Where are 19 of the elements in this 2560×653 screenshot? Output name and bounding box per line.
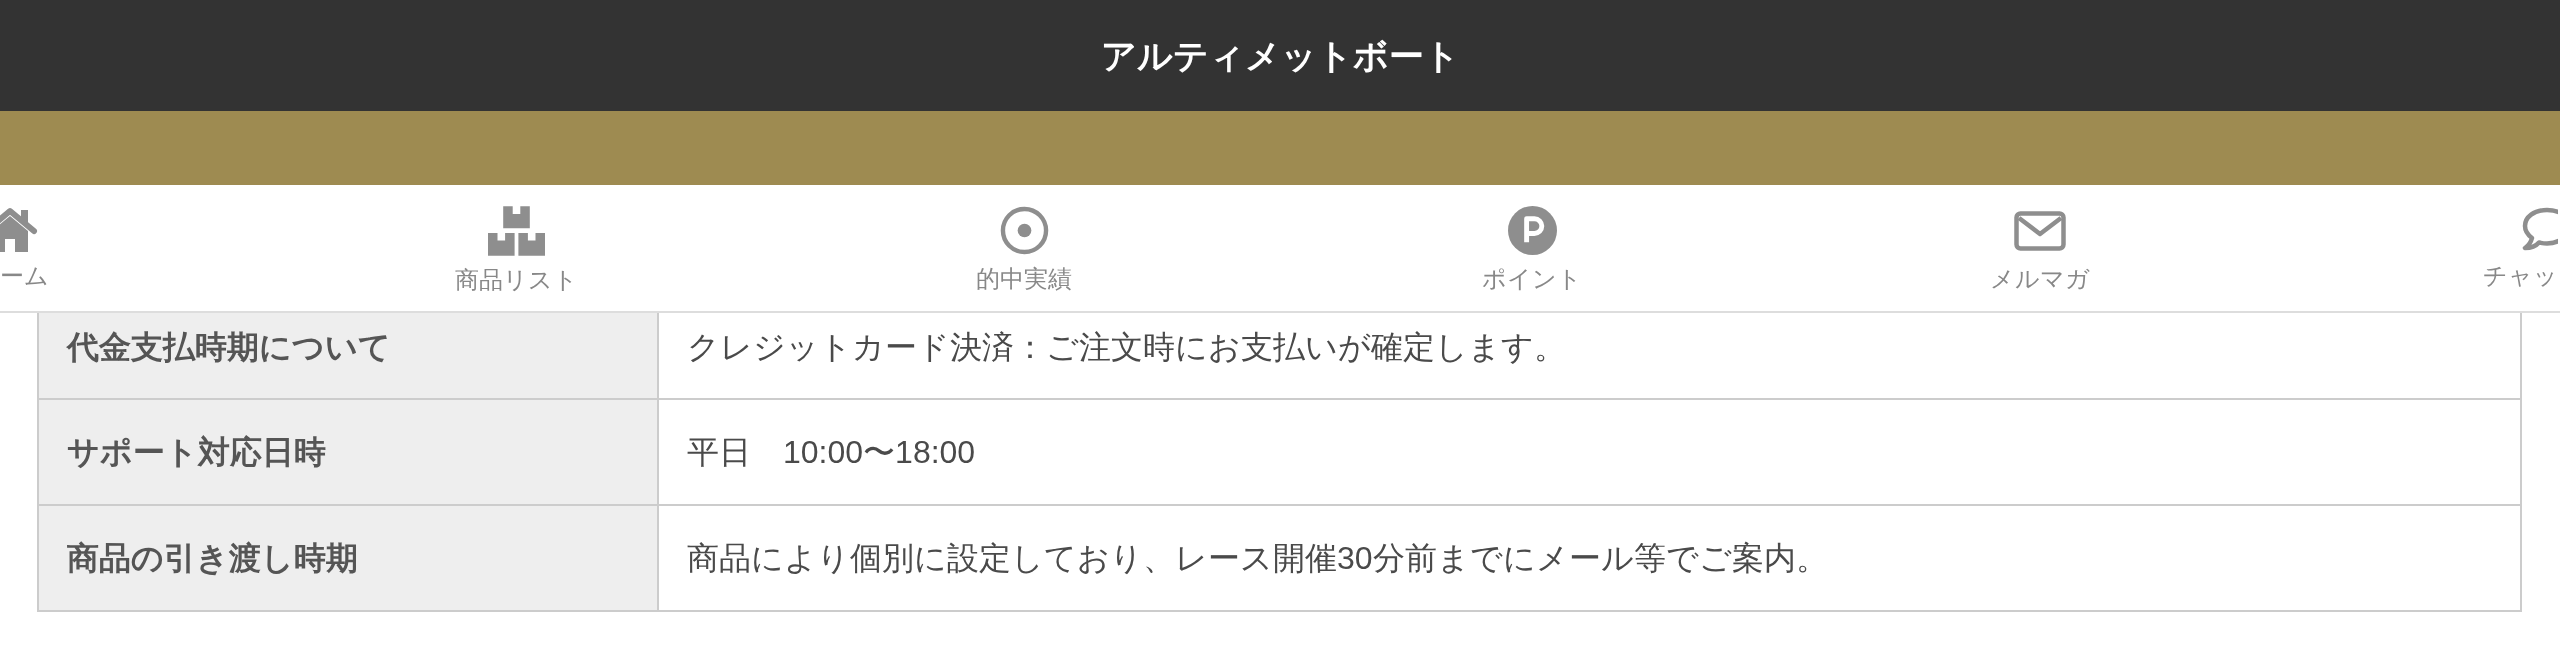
speech-bubble-icon <box>2521 206 2558 252</box>
table-cell: 商品により個別に設定しており、レース開催30分前までにメール等でご案内。 <box>658 505 2521 611</box>
nav-link[interactable]: ーム <box>0 206 49 291</box>
row-heading: 商品の引き渡し時期 <box>38 505 658 611</box>
row-heading: 代金支払時期について <box>38 313 658 399</box>
nav-link[interactable]: 的中実績 <box>976 206 1072 294</box>
site-title: アルティメットボート <box>1100 34 1460 77</box>
nav-link[interactable]: ポイント <box>1482 206 1582 294</box>
table-cell: 平日 10:00〜18:00 <box>658 399 2521 505</box>
nav-link[interactable]: メルマガ <box>1990 206 2090 294</box>
nav-link[interactable]: チャッ <box>2483 206 2558 291</box>
table-cell: クレジットカード決済：ご注文時にお支払いが確定します。 <box>658 313 2521 399</box>
nav-link[interactable]: 商品リスト <box>454 206 578 295</box>
envelope-icon <box>2014 211 2066 251</box>
boxes-icon <box>487 206 545 256</box>
p-badge-icon <box>1507 206 1557 255</box>
row-heading: サポート対応日時 <box>38 399 658 505</box>
target-icon <box>999 206 1049 255</box>
house-icon <box>0 206 38 252</box>
